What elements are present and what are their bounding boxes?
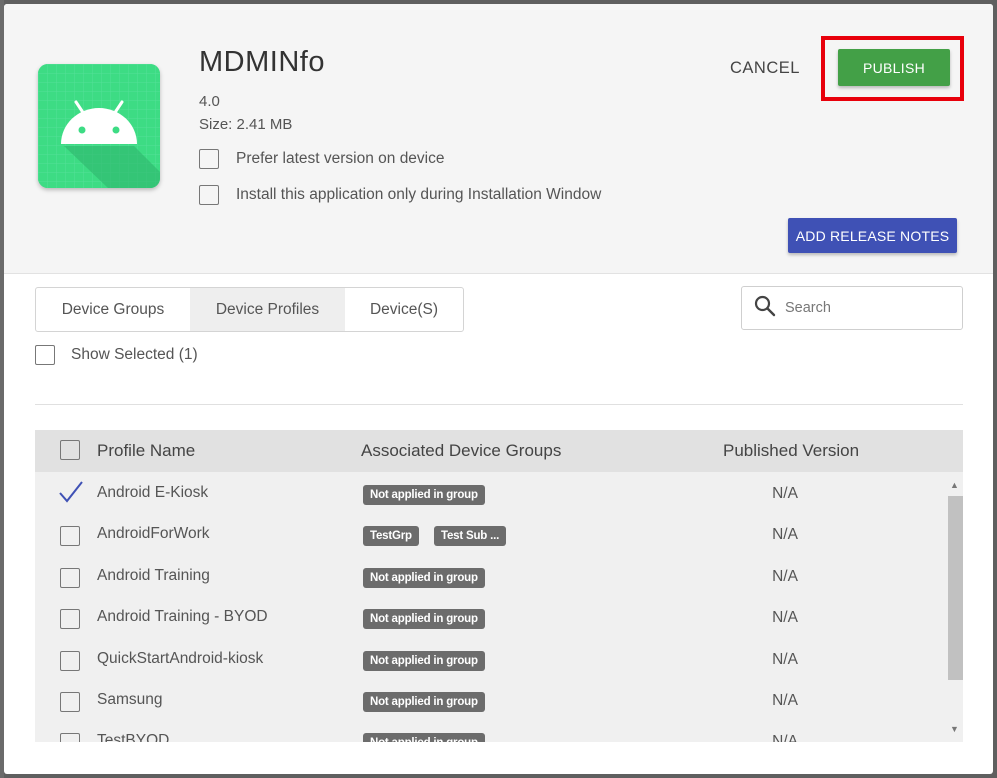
scroll-down-arrow-icon[interactable]: ▼ xyxy=(950,724,959,734)
table-header: Profile Name Associated Device Groups Pu… xyxy=(35,430,963,472)
published-version: N/A xyxy=(772,651,798,668)
profile-name: Samsung xyxy=(97,691,163,708)
profile-name: Android E-Kiosk xyxy=(97,484,209,501)
column-header-device-groups[interactable]: Associated Device Groups xyxy=(361,441,561,461)
show-selected-checkbox[interactable] xyxy=(35,345,55,365)
app-version: 4.0 xyxy=(199,93,220,110)
scrollbar-thumb[interactable] xyxy=(948,496,963,680)
profile-name: AndroidForWork xyxy=(97,525,210,542)
table-row[interactable]: AndroidForWork TestGrp Test Sub ... N/A xyxy=(35,516,945,557)
app-size: Size: 2.41 MB xyxy=(199,116,293,133)
row-checkbox[interactable] xyxy=(60,733,80,742)
table-row[interactable]: Android Training - BYOD Not applied in g… xyxy=(35,599,945,640)
tab-device-groups[interactable]: Device Groups xyxy=(36,288,190,331)
publish-button[interactable]: PUBLISH xyxy=(838,49,950,86)
profile-name: Android Training - BYOD xyxy=(97,608,268,625)
install-window-option[interactable]: Install this application only during Ins… xyxy=(199,184,601,206)
show-selected-label: Show Selected (1) xyxy=(71,346,198,363)
column-header-profile-name[interactable]: Profile Name xyxy=(97,441,195,461)
add-release-notes-button[interactable]: ADD RELEASE NOTES xyxy=(788,218,957,253)
prefer-latest-option[interactable]: Prefer latest version on device xyxy=(199,148,445,170)
row-checkbox[interactable] xyxy=(60,568,80,588)
scroll-up-arrow-icon[interactable]: ▲ xyxy=(950,480,959,490)
tab-devices[interactable]: Device(S) xyxy=(345,288,463,331)
group-chip: Not applied in group xyxy=(363,609,485,629)
prefer-latest-label: Prefer latest version on device xyxy=(236,150,445,167)
install-window-label: Install this application only during Ins… xyxy=(236,186,602,203)
row-checkbox[interactable] xyxy=(60,526,80,546)
profile-name: QuickStartAndroid-kiosk xyxy=(97,650,264,667)
dialog-header: MDMINfo 4.0 Size: 2.41 MB Prefer latest … xyxy=(4,4,993,274)
show-selected-option[interactable]: Show Selected (1) xyxy=(35,344,198,366)
tab-device-profiles[interactable]: Device Profiles xyxy=(190,288,345,331)
table-row[interactable]: QuickStartAndroid-kiosk Not applied in g… xyxy=(35,641,945,682)
row-checkbox[interactable] xyxy=(60,609,80,629)
published-version: N/A xyxy=(772,568,798,585)
publish-app-dialog: MDMINfo 4.0 Size: 2.41 MB Prefer latest … xyxy=(4,4,993,774)
install-window-checkbox[interactable] xyxy=(199,185,219,205)
table-row[interactable]: Android E-Kiosk Not applied in group N/A xyxy=(35,475,945,516)
published-version: N/A xyxy=(772,485,798,502)
published-version: N/A xyxy=(772,733,798,742)
published-version: N/A xyxy=(772,609,798,626)
group-chip: Not applied in group xyxy=(363,692,485,712)
group-chip: Not applied in group xyxy=(363,651,485,671)
profile-name: TestBYOD xyxy=(97,732,170,742)
table-row[interactable]: Android Training Not applied in group N/… xyxy=(35,558,945,599)
column-header-published-version[interactable]: Published Version xyxy=(723,441,859,461)
search-box[interactable] xyxy=(741,286,963,330)
android-app-icon xyxy=(38,64,160,188)
row-checkbox[interactable] xyxy=(60,651,80,671)
prefer-latest-checkbox[interactable] xyxy=(199,149,219,169)
group-chip: Test Sub ... xyxy=(434,526,507,546)
profiles-table: Profile Name Associated Device Groups Pu… xyxy=(35,430,963,742)
tab-bar: Device Groups Device Profiles Device(S) xyxy=(35,287,464,332)
table-scrollbar[interactable]: ▲ ▼ xyxy=(945,472,963,742)
divider xyxy=(35,404,963,405)
table-row[interactable]: TestBYOD Not applied in group N/A xyxy=(35,723,945,742)
published-version: N/A xyxy=(772,526,798,543)
group-chip: Not applied in group xyxy=(363,733,485,742)
app-title: MDMINfo xyxy=(199,46,325,78)
search-icon[interactable] xyxy=(754,295,776,322)
group-chip: Not applied in group xyxy=(363,485,485,505)
published-version: N/A xyxy=(772,692,798,709)
table-row[interactable]: Samsung Not applied in group N/A xyxy=(35,682,945,723)
group-chip: Not applied in group xyxy=(363,568,485,588)
search-input[interactable] xyxy=(785,300,945,316)
checkmark-icon[interactable] xyxy=(58,480,84,504)
row-checkbox[interactable] xyxy=(60,692,80,712)
select-all-checkbox[interactable] xyxy=(60,440,80,460)
cancel-button[interactable]: CANCEL xyxy=(730,54,800,82)
profile-name: Android Training xyxy=(97,567,210,584)
group-chip: TestGrp xyxy=(363,526,419,546)
